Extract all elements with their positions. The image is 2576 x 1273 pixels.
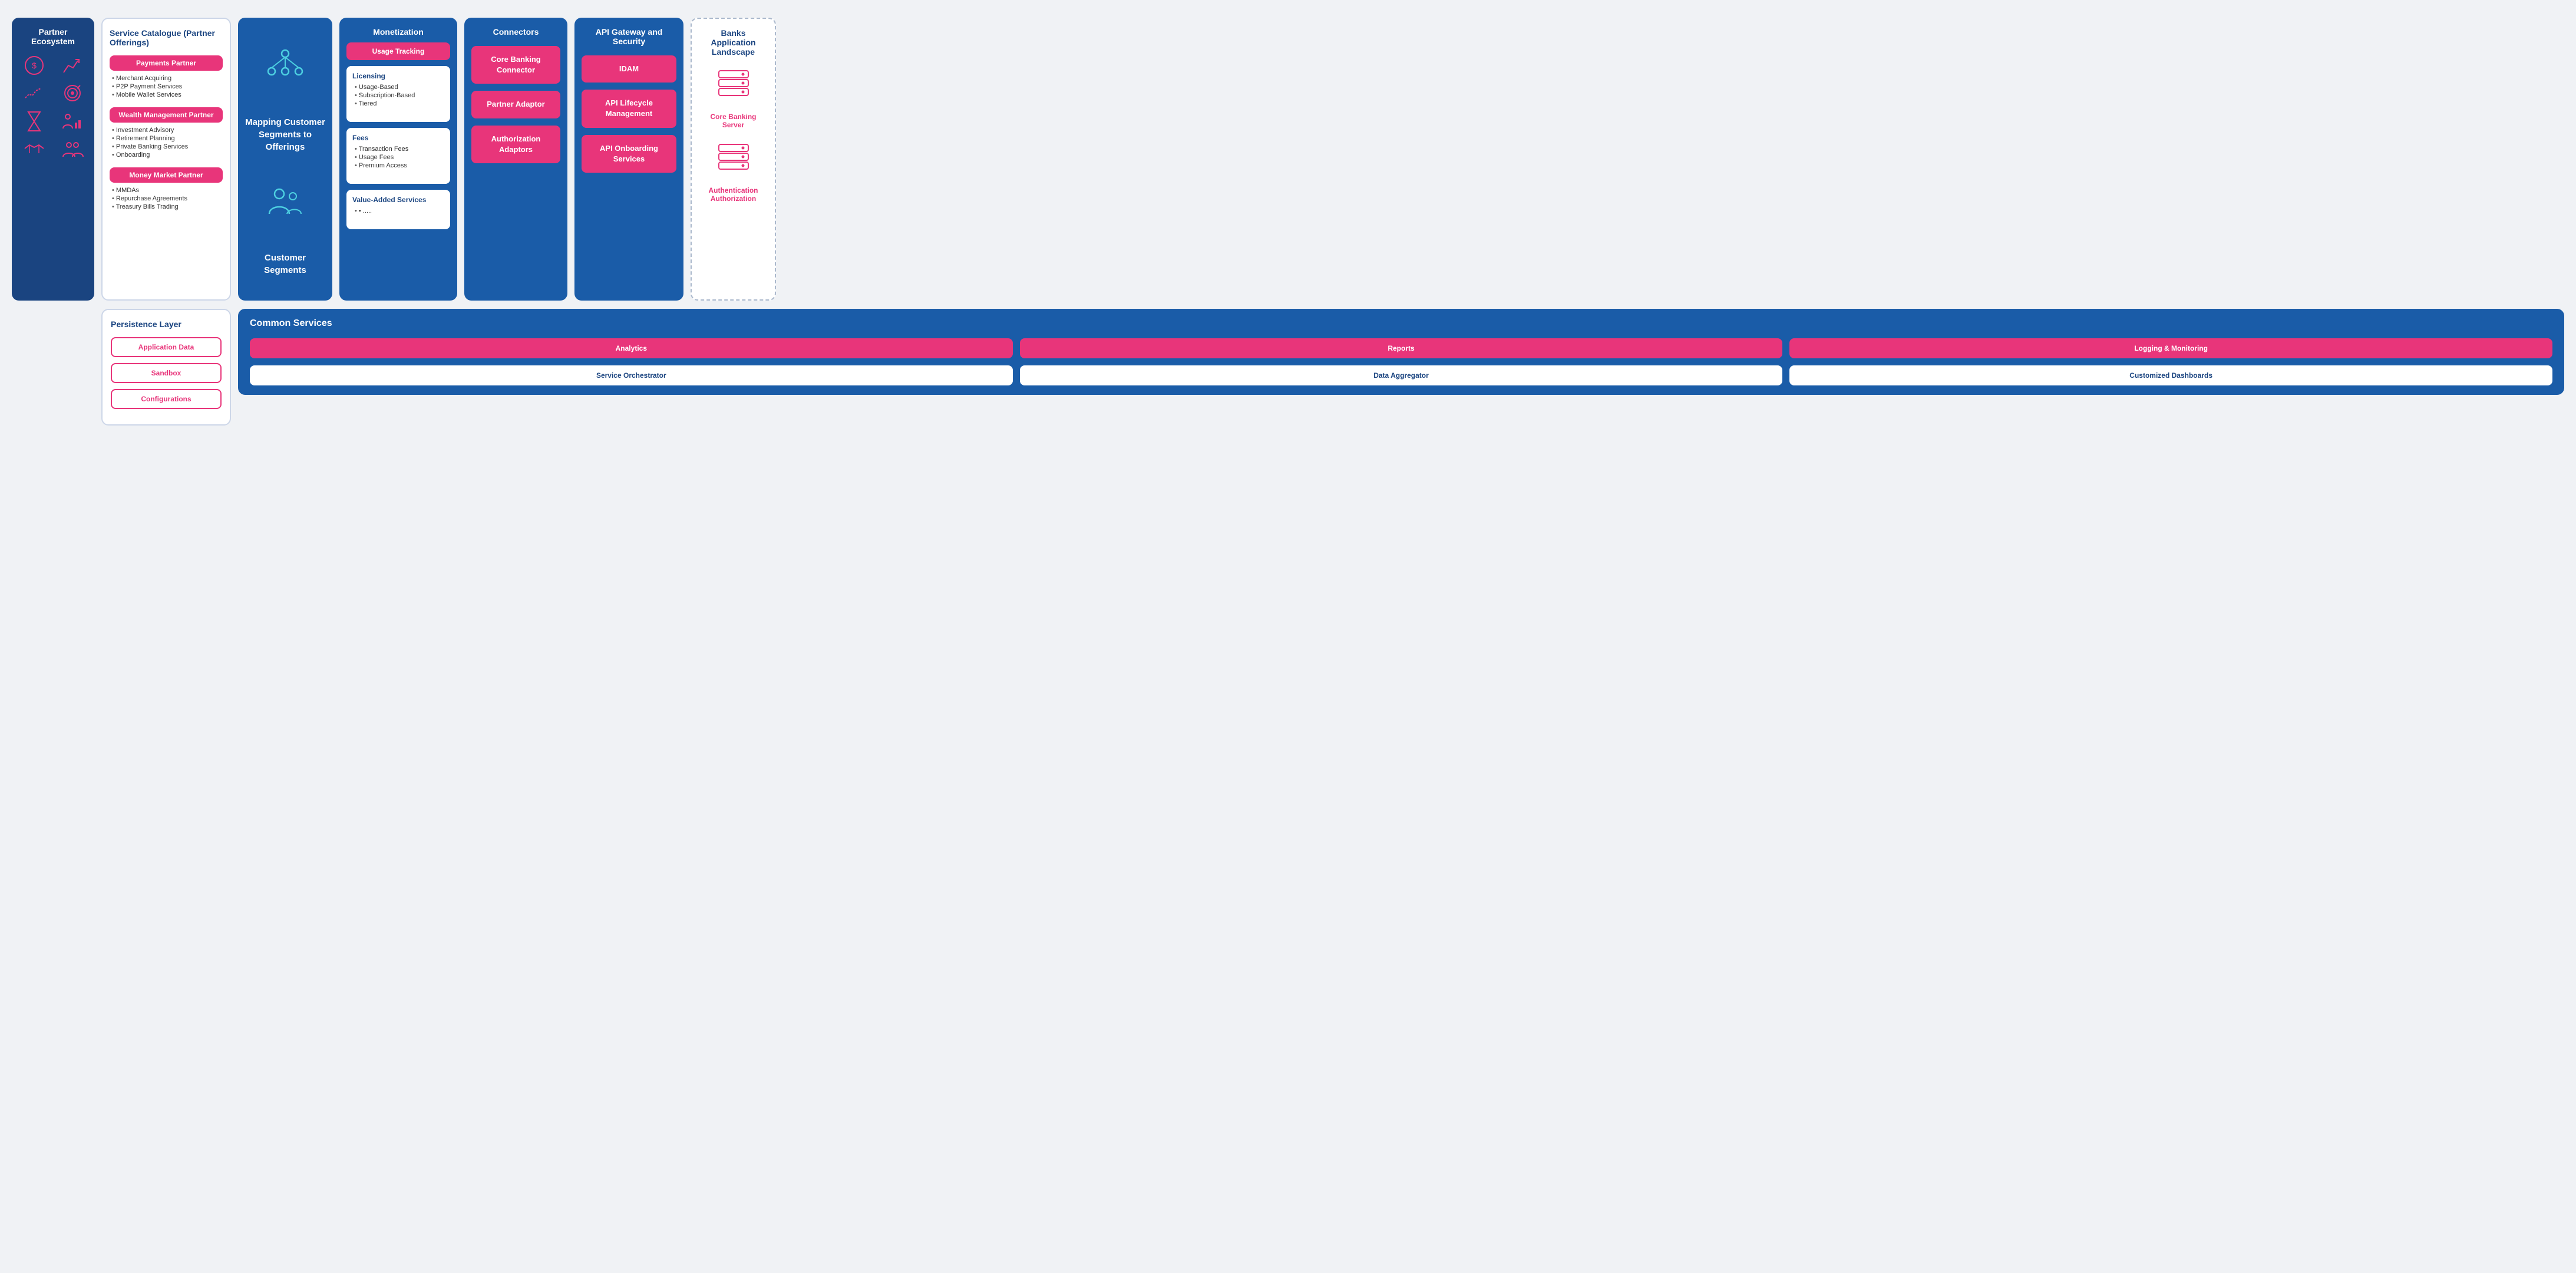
api-onboarding-block: API Onboarding Services: [582, 135, 676, 173]
group-icon: [61, 140, 84, 157]
wealth-partner-list: Investment Advisory Retirement Planning …: [110, 126, 223, 159]
money-item-2: Repurchase Agreements: [112, 194, 223, 203]
partner-adaptor-block: Partner Adaptor: [471, 91, 560, 118]
common-services-title: Common Services: [250, 318, 2552, 329]
core-banking-server-icon: [716, 70, 751, 108]
target-icon: [63, 84, 82, 103]
licensing-item-3: Tiered: [355, 100, 444, 108]
service-catalogue-title: Service Catalogue (Partner Offerings): [110, 28, 223, 47]
wealth-item-3: Private Banking Services: [112, 143, 223, 151]
banks-application-title: Banks Application Landscape: [699, 28, 768, 57]
persistence-layer-title: Persistence Layer: [111, 319, 222, 329]
configurations-badge: Configurations: [111, 389, 222, 409]
handshake-icon: [24, 140, 45, 157]
value-added-title: Value-Added Services: [352, 196, 444, 204]
logging-monitoring-badge: Logging & Monitoring: [1789, 338, 2552, 358]
chart-icon: [62, 55, 82, 75]
customized-dashboards-badge: Customized Dashboards: [1789, 365, 2552, 385]
person-chart-icon: [62, 111, 83, 132]
bottom-layout: Persistence Layer Application Data Sandb…: [12, 309, 2564, 426]
persistence-layer-panel: Persistence Layer Application Data Sandb…: [101, 309, 231, 426]
wealth-partner-badge: Wealth Management Partner: [110, 107, 223, 123]
mapping-subtitle: Customer Segments: [245, 252, 325, 276]
monetization-title: Monetization: [346, 27, 450, 37]
payments-partner-list: Merchant Acquiring P2P Payment Services …: [110, 74, 223, 99]
service-catalogue-panel: Service Catalogue (Partner Offerings) Pa…: [101, 18, 231, 301]
reports-badge: Reports: [1020, 338, 1783, 358]
core-banking-connector-block: Core Banking Connector: [471, 46, 560, 84]
wealth-item-4: Onboarding: [112, 151, 223, 159]
connectors-title: Connectors: [471, 27, 560, 37]
common-services-grid: Analytics Reports Logging & Monitoring S…: [250, 338, 2552, 385]
people-icon: [265, 183, 306, 222]
licensing-item-1: Usage-Based: [355, 83, 444, 91]
data-aggregator-badge: Data Aggregator: [1020, 365, 1783, 385]
fees-title: Fees: [352, 134, 444, 142]
api-gateway-title: API Gateway and Security: [582, 27, 676, 46]
api-lifecycle-block: API Lifecycle Management: [582, 90, 676, 127]
payments-partner-badge: Payments Partner: [110, 55, 223, 71]
mapping-panel: Mapping Customer Segments to Offerings C…: [238, 18, 332, 301]
partner-icon-grid: $: [19, 55, 87, 157]
fees-list: Transaction Fees Usage Fees Premium Acce…: [352, 145, 444, 170]
licensing-card: Licensing Usage-Based Subscription-Based…: [346, 66, 450, 122]
analytics-badge: Analytics: [250, 338, 1013, 358]
fees-item-1: Transaction Fees: [355, 145, 444, 153]
svg-text:$: $: [32, 61, 37, 70]
core-banking-server-label: Core Banking Server: [699, 113, 768, 129]
partner-ecosystem-title: Partner Ecosystem: [19, 27, 87, 46]
wealth-item-2: Retirement Planning: [112, 134, 223, 143]
money-item-3: Treasury Bills Trading: [112, 203, 223, 211]
licensing-item-2: Subscription-Based: [355, 91, 444, 100]
partner-ecosystem-panel: Partner Ecosystem $: [12, 18, 94, 301]
application-data-badge: Application Data: [111, 337, 222, 357]
main-layout: Partner Ecosystem $: [12, 18, 2564, 301]
common-services-panel: Common Services Analytics Reports Loggin…: [238, 309, 2564, 395]
payments-item-3: Mobile Wallet Services: [112, 91, 223, 99]
mapping-title: Mapping Customer Segments to Offerings: [245, 116, 325, 153]
fees-item-3: Premium Access: [355, 161, 444, 170]
authorization-adaptors-block: Authorization Adaptors: [471, 126, 560, 163]
banks-application-panel: Banks Application Landscape Core Banking…: [691, 18, 776, 301]
auth-server-label: Authentication Authorization: [699, 186, 768, 203]
hourglass-icon: [26, 111, 42, 132]
usage-tracking-badge: Usage Tracking: [346, 42, 450, 60]
value-added-item-1: • .....: [355, 207, 444, 215]
service-orchestrator-badge: Service Orchestrator: [250, 365, 1013, 385]
money-item-1: MMDAs: [112, 186, 223, 194]
licensing-list: Usage-Based Subscription-Based Tiered: [352, 83, 444, 108]
money-market-list: MMDAs Repurchase Agreements Treasury Bil…: [110, 186, 223, 211]
fees-card: Fees Transaction Fees Usage Fees Premium…: [346, 128, 450, 184]
value-added-card: Value-Added Services • .....: [346, 190, 450, 229]
auth-server-icon: [716, 143, 751, 182]
wealth-item-1: Investment Advisory: [112, 126, 223, 134]
money-icon: $: [24, 55, 44, 75]
monetization-panel: Monetization Usage Tracking Licensing Us…: [339, 18, 457, 301]
value-added-list: • .....: [352, 207, 444, 215]
fees-item-2: Usage Fees: [355, 153, 444, 161]
payments-item-2: P2P Payment Services: [112, 83, 223, 91]
idam-block: IDAM: [582, 55, 676, 83]
licensing-title: Licensing: [352, 72, 444, 80]
trend-icon: [24, 84, 44, 103]
payments-item-1: Merchant Acquiring: [112, 74, 223, 83]
money-market-badge: Money Market Partner: [110, 167, 223, 183]
sandbox-badge: Sandbox: [111, 363, 222, 383]
connectors-panel: Connectors Core Banking Connector Partne…: [464, 18, 567, 301]
network-icon: [265, 42, 306, 86]
api-gateway-panel: API Gateway and Security IDAM API Lifecy…: [574, 18, 683, 301]
